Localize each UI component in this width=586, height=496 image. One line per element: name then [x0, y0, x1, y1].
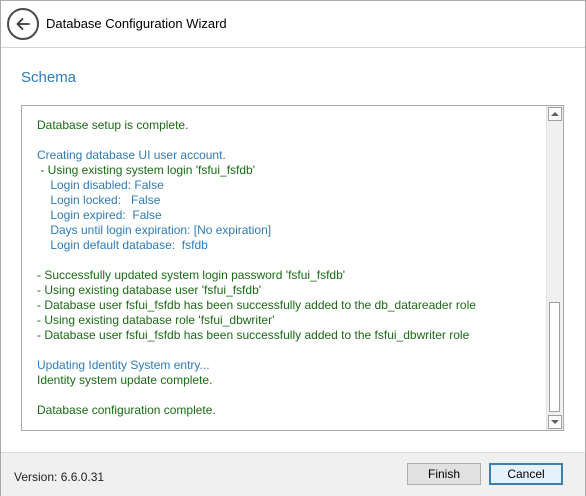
scroll-down-arrow-icon	[551, 420, 559, 424]
section-title: Schema	[21, 69, 77, 86]
vertical-scrollbar[interactable]	[546, 106, 563, 430]
version-label: Version: 6.6.0.31	[14, 470, 105, 484]
log-text: Database setup is complete. Creating data…	[37, 118, 543, 418]
scrollbar-thumb[interactable]	[549, 302, 560, 412]
window-title: Database Configuration Wizard	[46, 16, 227, 31]
log-line: - Using existing system login 'fsfui_fsf…	[37, 163, 256, 177]
log-line: Login locked: False	[37, 193, 161, 207]
back-arrow-icon	[16, 18, 30, 30]
wizard-window: Database Configuration Wizard Schema Dat…	[0, 0, 586, 496]
log-line: Creating database UI user account.	[37, 148, 226, 162]
log-line: - Using existing database user 'fsfui_fs…	[37, 283, 262, 297]
log-line: Database setup is complete.	[37, 118, 189, 132]
log-line: Login expired: False	[37, 208, 162, 222]
footer-bar: Version: 6.6.0.31 Finish Cancel	[1, 452, 585, 496]
cancel-button[interactable]: Cancel	[489, 463, 563, 485]
title-bar: Database Configuration Wizard	[1, 1, 585, 47]
log-output-box[interactable]: Database setup is complete. Creating data…	[21, 105, 564, 431]
log-line: Database configuration complete.	[37, 403, 216, 417]
back-button[interactable]	[7, 8, 39, 40]
scroll-up-arrow-icon	[551, 112, 559, 116]
title-divider	[1, 47, 585, 48]
log-line: Login default database: fsfdb	[37, 238, 208, 252]
scroll-up-button[interactable]	[548, 107, 562, 121]
log-line: - Using existing database role 'fsfui_db…	[37, 313, 275, 327]
finish-button[interactable]: Finish	[407, 463, 481, 485]
log-line: Identity system update complete.	[37, 373, 213, 387]
log-line: - Database user fsfui_fsfdb has been suc…	[37, 298, 476, 312]
log-line: - Database user fsfui_fsfdb has been suc…	[37, 328, 470, 342]
log-line: Login disabled: False	[37, 178, 164, 192]
log-line: Days until login expiration: [No expirat…	[37, 223, 272, 237]
log-line: - Successfully updated system login pass…	[37, 268, 346, 282]
log-line: Updating Identity System entry...	[37, 358, 210, 372]
scroll-down-button[interactable]	[548, 415, 562, 429]
